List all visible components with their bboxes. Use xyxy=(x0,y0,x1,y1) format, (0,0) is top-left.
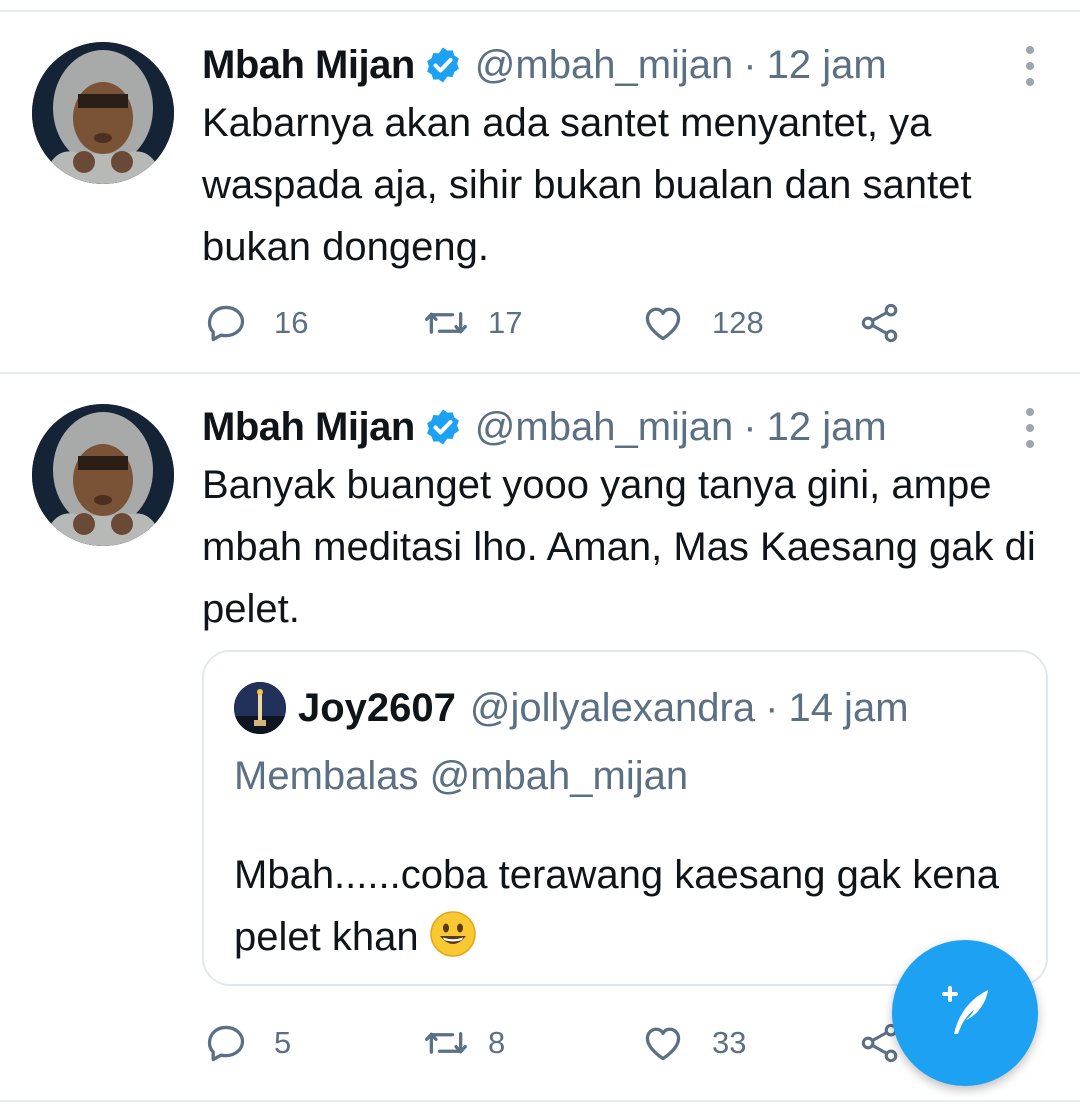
like-count: 128 xyxy=(712,305,764,340)
avatar[interactable] xyxy=(32,404,174,546)
author-handle[interactable]: @mbah_mijan xyxy=(475,405,734,450)
reply-count: 16 xyxy=(274,305,309,340)
retweet-count: 8 xyxy=(488,1025,506,1060)
more-vertical-icon[interactable] xyxy=(1020,46,1040,86)
share-icon xyxy=(858,301,902,345)
reply-button[interactable]: 5 xyxy=(204,1018,291,1068)
reply-to-label[interactable]: Membalas @mbah_mijan xyxy=(234,754,688,799)
avatar[interactable] xyxy=(32,42,174,184)
tweet-actions: 16 17 128 xyxy=(204,298,924,348)
retweet-icon xyxy=(422,301,470,345)
quoted-tweet[interactable]: Joy2607 @jollyalexandra · 14 jam Membala… xyxy=(202,650,1048,986)
tweet-actions: 5 8 33 xyxy=(204,1018,924,1068)
separator-dot: · xyxy=(765,685,779,730)
retweet-button[interactable]: 8 xyxy=(422,1018,505,1068)
separator-dot: · xyxy=(743,404,757,449)
reply-button[interactable]: 16 xyxy=(204,298,308,348)
heart-icon xyxy=(640,301,686,345)
quoted-author-name[interactable]: Joy2607 xyxy=(298,686,456,731)
tweet-time[interactable]: 12 jam xyxy=(767,43,887,88)
tweet-header: Mbah Mijan @mbah_mijan · 12 jam xyxy=(202,40,887,90)
reply-icon xyxy=(204,1021,248,1065)
quoted-avatar[interactable] xyxy=(234,682,286,734)
compose-tweet-icon xyxy=(930,976,1000,1051)
tweet[interactable]: Mbah Mijan @mbah_mijan · 12 jam Kabarnya… xyxy=(0,12,1080,372)
tweet-divider xyxy=(0,1100,1080,1102)
verified-badge-icon xyxy=(423,45,463,85)
retweet-count: 17 xyxy=(488,305,523,340)
retweet-button[interactable]: 17 xyxy=(422,298,522,348)
share-button[interactable] xyxy=(858,298,902,348)
quoted-tweet-time[interactable]: 14 jam xyxy=(788,686,908,731)
retweet-icon xyxy=(422,1021,470,1065)
like-button[interactable]: 128 xyxy=(640,298,764,348)
tweet-text: Kabarnya akan ada santet menyantet, ya w… xyxy=(202,101,972,269)
author-name[interactable]: Mbah Mijan xyxy=(202,43,415,88)
quoted-tweet-text-wrap: Mbah......coba terawang kaesang gak kena… xyxy=(234,844,1034,976)
compose-tweet-button[interactable] xyxy=(892,940,1038,1086)
quoted-tweet-header: Joy2607 @jollyalexandra · 14 jam xyxy=(234,682,909,734)
like-button[interactable]: 33 xyxy=(640,1018,746,1068)
tweet-text: Banyak buanget yooo yang tanya gini, amp… xyxy=(202,463,1036,631)
separator-dot: · xyxy=(743,42,757,87)
heart-icon xyxy=(640,1021,686,1065)
more-vertical-icon[interactable] xyxy=(1020,408,1040,448)
reply-icon xyxy=(204,301,248,345)
reply-count: 5 xyxy=(274,1025,292,1060)
like-count: 33 xyxy=(712,1025,747,1060)
author-name[interactable]: Mbah Mijan xyxy=(202,405,415,450)
author-handle[interactable]: @mbah_mijan xyxy=(475,43,734,88)
quoted-tweet-text: Mbah......coba terawang kaesang gak kena… xyxy=(234,853,999,959)
tweet-time[interactable]: 12 jam xyxy=(767,405,887,450)
grinning-face-icon xyxy=(429,910,477,976)
tweet-header: Mbah Mijan @mbah_mijan · 12 jam xyxy=(202,402,887,452)
quoted-author-handle[interactable]: @jollyalexandra xyxy=(470,686,755,731)
verified-badge-icon xyxy=(423,407,463,447)
